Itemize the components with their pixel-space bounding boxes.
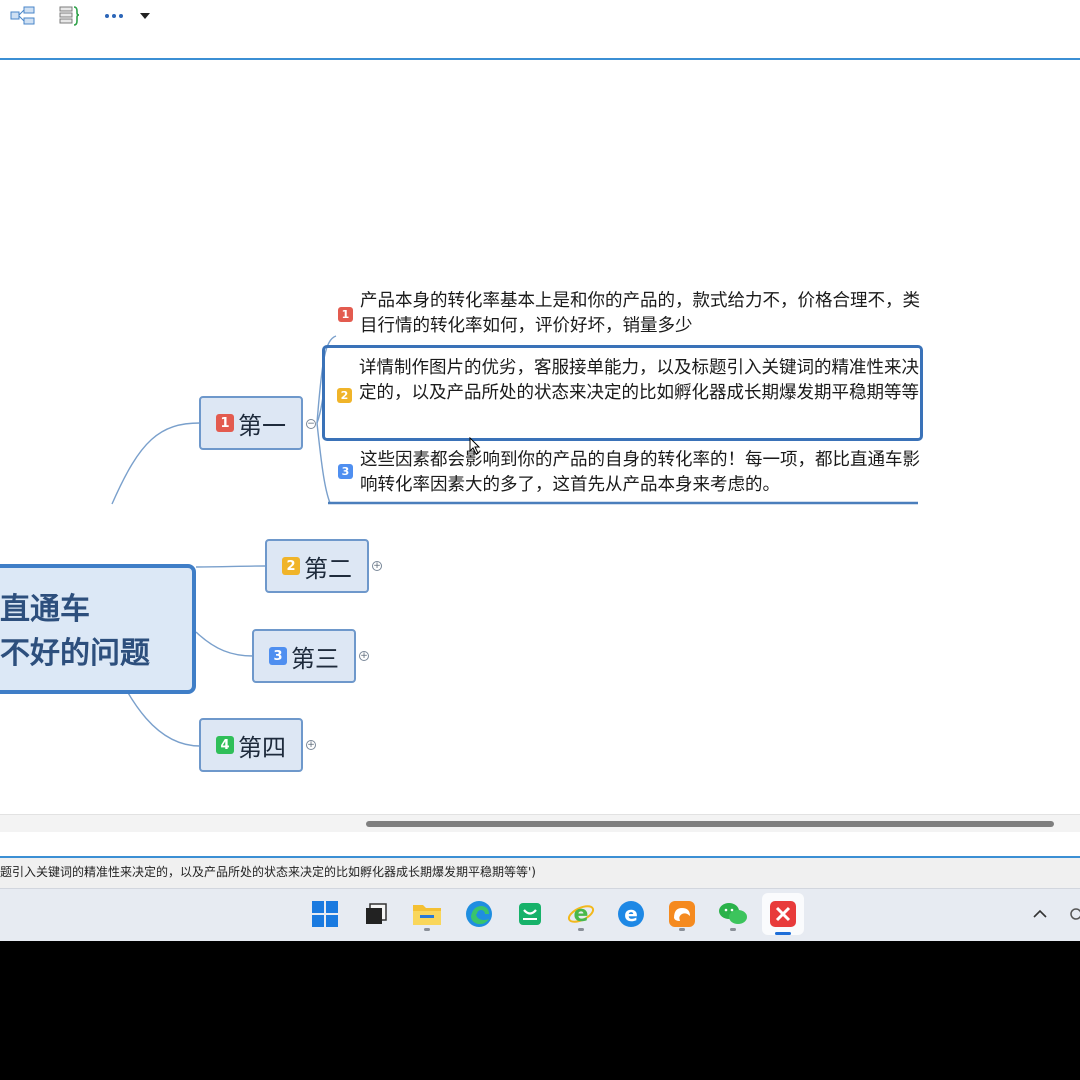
branch-topic-label: 第三 (291, 644, 339, 673)
svg-text:e: e (574, 902, 589, 927)
mindmap-canvas[interactable]: 直通车 不好的问题 1 第一 − 2 第二 + 3 第三 + 4 第四 + 1 … (0, 60, 1080, 814)
priority-3-icon: 3 (269, 647, 287, 665)
svg-text:e: e (624, 902, 638, 926)
root-topic-line2: 不好的问题 (0, 636, 150, 671)
collapse-icon[interactable]: − (306, 419, 316, 429)
taskbar: e e (0, 888, 1080, 941)
mouse-cursor-icon (469, 437, 481, 455)
branch-topic-label: 第二 (304, 554, 352, 583)
dropdown-arrow-icon[interactable] (138, 3, 152, 29)
subtopic-text: 这些因素都会影响到你的产品的自身的转化率的！每一项，都比直通车影响转化率因素大的… (360, 450, 920, 495)
branch-topic-label: 第四 (238, 733, 286, 762)
subtopic-text: 详情制作图片的优劣，客服接单能力，以及标题引入关键词的精准性来决定的，以及产品所… (359, 358, 919, 403)
priority-1-icon: 1 (216, 414, 234, 432)
horizontal-scrollbar[interactable] (0, 814, 1080, 833)
start-icon[interactable] (308, 897, 342, 931)
branch-topic-3[interactable]: 3 第三 (252, 629, 356, 683)
branch-topic-4[interactable]: 4 第四 (199, 718, 303, 772)
mindmap-layout-icon[interactable] (8, 3, 38, 29)
subtopic-text: 产品本身的转化率基本上是和你的产品的，款式给力不，价格合理不，类目行情的转化率如… (360, 291, 920, 336)
status-bar: 题引入关键词的精准性来决定的，以及产品所处的状态来决定的比如孵化器成长期爆发期平… (0, 858, 1080, 888)
uc-browser-icon[interactable] (665, 897, 699, 931)
branch-topic-label: 第一 (238, 411, 286, 440)
store-icon[interactable] (513, 897, 547, 931)
panel-divider (0, 832, 1080, 858)
expand-icon[interactable]: + (306, 740, 316, 750)
more-options-icon[interactable] (102, 3, 126, 29)
subtopic-3[interactable]: 3 这些因素都会影响到你的产品的自身的转化率的！每一项，都比直通车影响转化率因素… (326, 448, 920, 500)
priority-4-icon: 4 (216, 736, 234, 754)
wechat-icon[interactable] (716, 897, 750, 931)
priority-1-icon: 1 (338, 307, 353, 322)
root-topic[interactable]: 直通车 不好的问题 (0, 564, 196, 694)
subtopic-1[interactable]: 1 产品本身的转化率基本上是和你的产品的，款式给力不，价格合理不，类目行情的转化… (326, 289, 920, 341)
task-view-icon[interactable] (359, 897, 393, 931)
edge-legacy-icon[interactable]: e (614, 897, 648, 931)
edge-browser-icon[interactable] (462, 897, 496, 931)
priority-2-icon: 2 (337, 388, 352, 403)
branch-topic-1[interactable]: 1 第一 (199, 396, 303, 450)
tray-icon[interactable] (1068, 897, 1080, 931)
priority-2-icon: 2 (282, 557, 300, 575)
status-text: 题引入关键词的精准性来决定的，以及产品所处的状态来决定的比如孵化器成长期爆发期平… (0, 865, 536, 879)
ie-browser-icon[interactable]: e (564, 897, 598, 931)
tray-overflow-chevron-icon[interactable] (1030, 897, 1050, 931)
expand-icon[interactable]: + (372, 561, 382, 571)
scrollbar-thumb[interactable] (366, 821, 1054, 827)
xmind-icon[interactable] (762, 893, 804, 935)
subtopic-2-selected[interactable]: 2 详情制作图片的优劣，客服接单能力，以及标题引入关键词的精准性来决定的，以及产… (322, 345, 923, 441)
expand-icon[interactable]: + (359, 651, 369, 661)
file-explorer-icon[interactable] (410, 897, 444, 931)
outline-view-icon[interactable] (54, 3, 84, 29)
branch-topic-2[interactable]: 2 第二 (265, 539, 369, 593)
root-topic-line1: 直通车 (0, 592, 90, 627)
toolbar (0, 0, 1080, 60)
mindmap-app-window: 直通车 不好的问题 1 第一 − 2 第二 + 3 第三 + 4 第四 + 1 … (0, 0, 1080, 888)
priority-3-icon: 3 (338, 464, 353, 479)
